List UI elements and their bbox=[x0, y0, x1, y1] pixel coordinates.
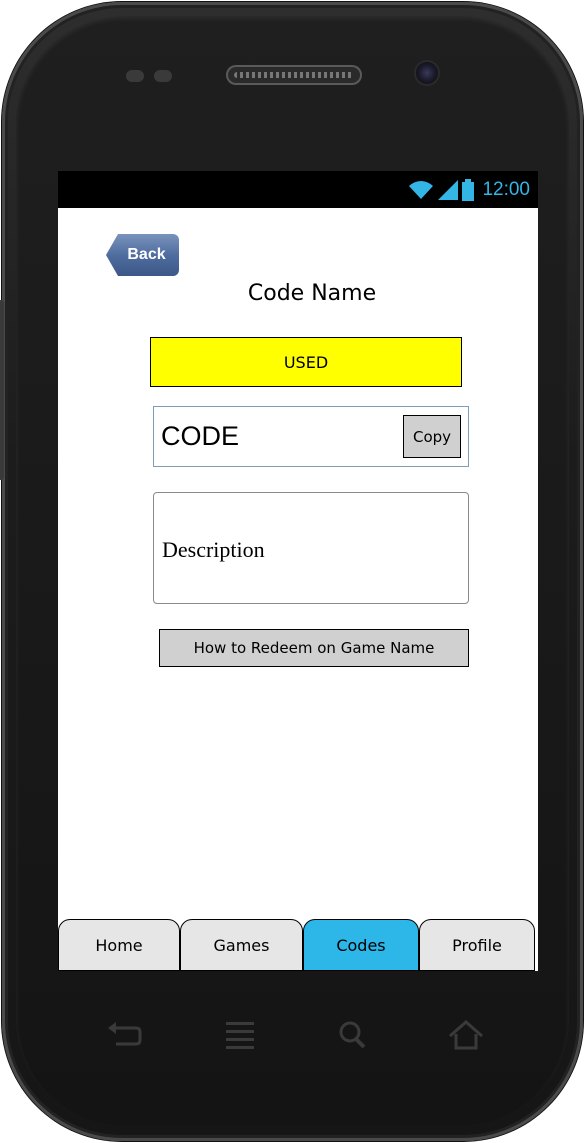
tab-profile[interactable]: Profile bbox=[419, 919, 535, 971]
tab-codes[interactable]: Codes bbox=[303, 919, 419, 971]
back-button[interactable]: Back bbox=[106, 234, 179, 276]
light-sensor bbox=[154, 70, 172, 82]
status-icons: 12:00 bbox=[408, 177, 530, 203]
battery-icon bbox=[462, 179, 475, 201]
proximity-sensor bbox=[126, 70, 144, 82]
tab-home[interactable]: Home bbox=[58, 919, 180, 971]
home-icon[interactable] bbox=[446, 1018, 486, 1052]
screen: 12:00 Back Code Name USED CODE Copy Desc… bbox=[58, 171, 538, 971]
copy-button[interactable]: Copy bbox=[403, 415, 461, 458]
menu-icon[interactable] bbox=[220, 1018, 260, 1052]
wifi-icon bbox=[409, 181, 434, 199]
code-field[interactable]: CODE Copy bbox=[153, 406, 469, 467]
description-box: Description bbox=[153, 492, 469, 604]
back-icon[interactable] bbox=[104, 1018, 144, 1052]
signal-icon bbox=[438, 180, 459, 200]
tab-bar: Home Games Codes Profile bbox=[58, 917, 538, 971]
how-to-redeem-button[interactable]: How to Redeem on Game Name bbox=[159, 629, 469, 667]
description-text: Description bbox=[162, 537, 265, 562]
status-time: 12:00 bbox=[482, 179, 530, 200]
volume-button bbox=[0, 300, 4, 480]
status-bar: 12:00 bbox=[58, 171, 538, 208]
code-value: CODE bbox=[161, 421, 240, 451]
search-icon[interactable] bbox=[334, 1018, 374, 1052]
earpiece-speaker bbox=[226, 65, 362, 85]
front-camera bbox=[416, 62, 438, 84]
page-title: Code Name bbox=[247, 281, 377, 306]
status-badge: USED bbox=[150, 337, 462, 387]
tab-games[interactable]: Games bbox=[180, 919, 303, 971]
